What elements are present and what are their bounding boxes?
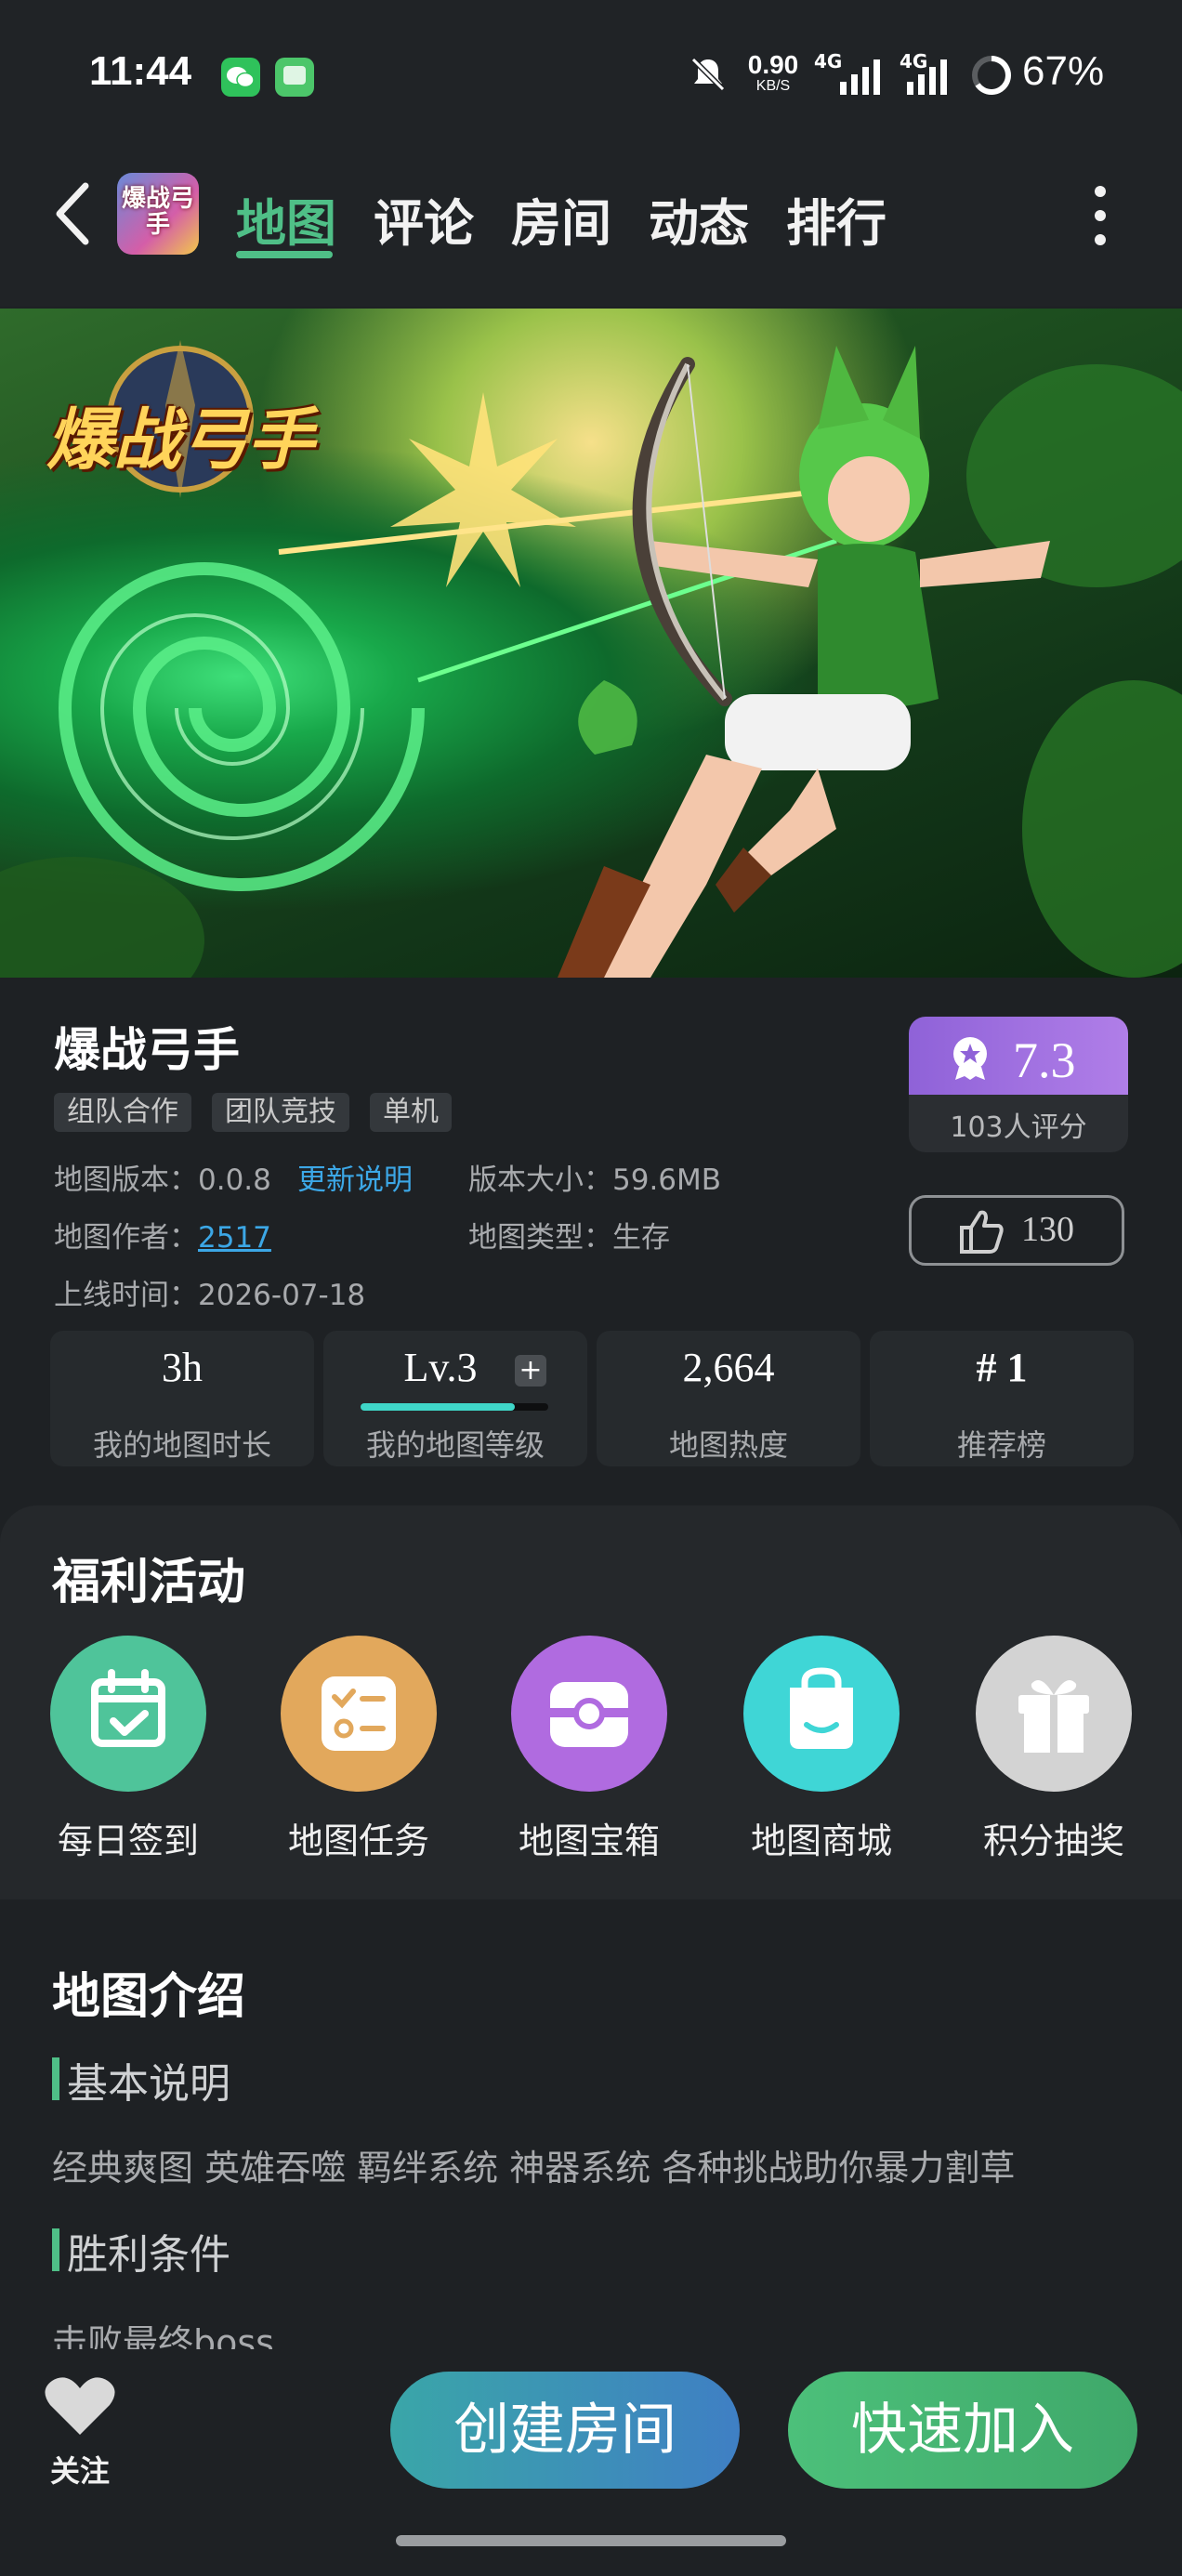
level-progress-fill xyxy=(361,1403,515,1411)
tab-map[interactable]: 地图 xyxy=(236,182,336,256)
message-app-icon xyxy=(275,58,314,97)
like-button[interactable]: 130 xyxy=(909,1195,1124,1266)
tab-feed[interactable]: 动态 xyxy=(649,182,749,256)
rating-box[interactable]: 7.3 103人评分 xyxy=(909,1017,1128,1152)
task-list-icon[interactable] xyxy=(281,1636,437,1792)
level-progress-track xyxy=(361,1403,548,1411)
active-tab-indicator xyxy=(236,251,333,258)
follow-label[interactable]: 关注 xyxy=(33,2448,126,2491)
like-count: 130 xyxy=(1021,1210,1074,1249)
map-app-icon: 爆战弓手 xyxy=(117,173,199,255)
online-date: 上线时间：2026-07-18 xyxy=(54,1279,366,1312)
tag-coop: 组队合作 xyxy=(54,1093,191,1132)
signal-icon xyxy=(840,56,886,100)
net-type-1: 4G xyxy=(814,50,843,72)
section-marker xyxy=(52,2057,59,2100)
welfare-title: 福利活动 xyxy=(52,1555,246,1610)
stat-rank-label: 推荐榜 xyxy=(956,1427,1046,1463)
quick-join-button[interactable]: 快速加入 xyxy=(788,2372,1137,2489)
rating-badge-icon xyxy=(946,1033,994,1085)
treasure-chest-icon[interactable] xyxy=(511,1636,667,1792)
calendar-check-icon[interactable] xyxy=(50,1636,206,1792)
banner-logo-text: 爆战弓手 xyxy=(46,401,314,479)
tag-single-player: 单机 xyxy=(370,1093,452,1132)
basic-info-text: 经典爽图 英雄吞噬 羁绊系统 神器系统 各种挑战助你暴力割草 xyxy=(52,2148,1016,2188)
update-notes-link[interactable]: 更新说明 xyxy=(297,1156,413,1198)
tab-rooms[interactable]: 房间 xyxy=(511,182,611,256)
shopping-bag-icon[interactable] xyxy=(743,1636,900,1792)
create-room-button[interactable]: 创建房间 xyxy=(390,2372,740,2489)
stat-level-label: 我的地图等级 xyxy=(365,1427,545,1463)
map-title: 爆战弓手 xyxy=(54,1023,240,1077)
gift-icon[interactable] xyxy=(976,1636,1132,1792)
rating-score: 7.3 xyxy=(1013,1032,1076,1088)
stat-playtime-value: 3h xyxy=(162,1345,203,1390)
home-indicator[interactable] xyxy=(396,2535,786,2546)
stat-rank-value: # 1 xyxy=(976,1345,1028,1390)
app-icon-text: 爆战弓手 xyxy=(121,185,194,239)
rating-count: 103人评分 xyxy=(950,1111,1087,1144)
author-link[interactable]: 2517 xyxy=(198,1221,271,1255)
banner-logo: 爆战弓手 xyxy=(13,340,348,498)
map-banner-image: 爆战弓手 xyxy=(0,309,1182,978)
signal-icon-2 xyxy=(907,56,953,100)
level-plus-icon[interactable]: + xyxy=(515,1355,546,1387)
map-version: 地图版本：0.0.8 xyxy=(54,1163,271,1197)
daily-checkin-label[interactable]: 每日签到 xyxy=(26,1812,230,1863)
map-chest-label[interactable]: 地图宝箱 xyxy=(487,1812,691,1863)
more-menu-icon[interactable] xyxy=(1087,182,1113,253)
wechat-icon xyxy=(221,58,260,97)
battery-percent: 67% xyxy=(1022,48,1105,94)
map-tasks-label[interactable]: 地图任务 xyxy=(256,1812,461,1863)
map-type: 地图类型：生存 xyxy=(468,1221,670,1255)
section-marker-2 xyxy=(52,2228,59,2271)
stat-heat-label: 地图热度 xyxy=(668,1427,788,1463)
basic-info-title: 基本说明 xyxy=(67,2060,230,2108)
map-author: 地图作者：2517 xyxy=(54,1221,271,1255)
status-time: 11:44 xyxy=(89,48,192,94)
intro-title: 地图介绍 xyxy=(52,1969,246,2025)
stat-playtime-label: 我的地图时长 xyxy=(92,1427,271,1463)
tag-team-pvp: 团队竞技 xyxy=(212,1093,349,1132)
mute-icon xyxy=(688,54,729,99)
heart-icon[interactable] xyxy=(43,2373,117,2442)
map-size: 版本大小：59.6MB xyxy=(468,1163,722,1197)
tab-comments[interactable]: 评论 xyxy=(374,182,474,256)
points-lottery-label[interactable]: 积分抽奖 xyxy=(952,1812,1156,1863)
tab-ranking[interactable]: 排行 xyxy=(786,182,886,256)
back-icon[interactable] xyxy=(52,180,93,251)
battery-icon xyxy=(970,54,1013,100)
thumbs-up-icon xyxy=(958,1209,1005,1257)
victory-condition-title: 胜利条件 xyxy=(67,2231,230,2279)
network-speed: 0.90 KB/S xyxy=(747,50,799,95)
stat-heat-value: 2,664 xyxy=(682,1345,775,1390)
map-shop-label[interactable]: 地图商城 xyxy=(719,1812,924,1863)
